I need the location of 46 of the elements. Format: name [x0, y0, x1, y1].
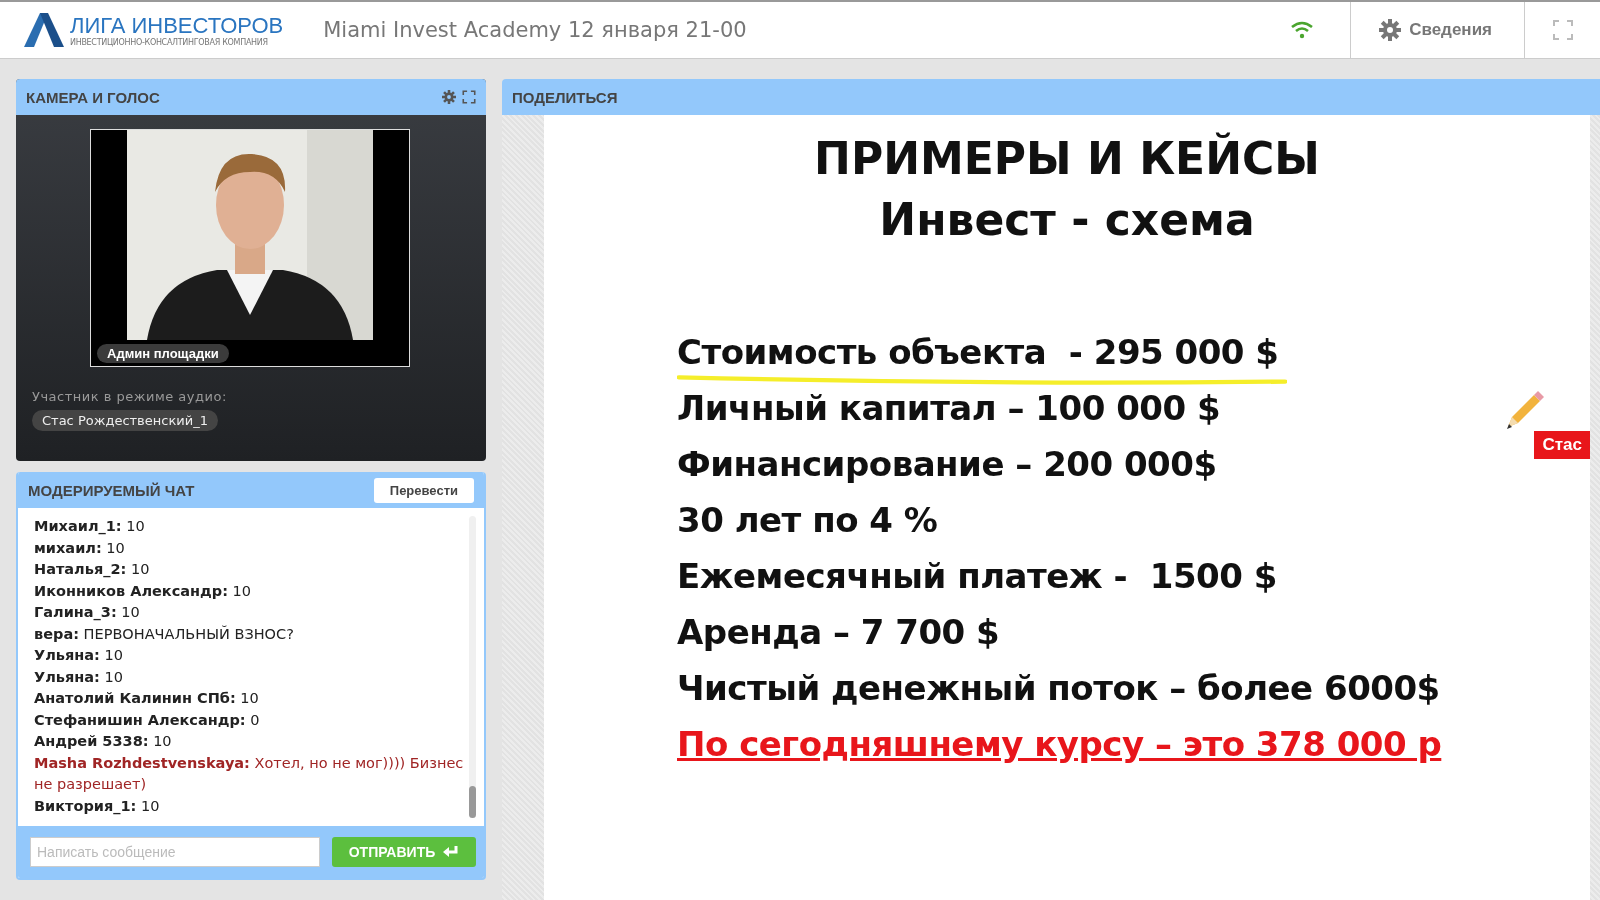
chat-message: Виктория_1: 10: [34, 796, 161, 817]
slide-line: 30 лет по 4 %: [677, 499, 938, 541]
slide-line: По сегодняшнему курсу – это 378 000 р: [677, 723, 1442, 765]
slide-line: Стоимость объекта - 295 000 $: [677, 331, 1279, 373]
pencil-icon: [1504, 389, 1546, 431]
logo-subtitle: ИНВЕСТИЦИОННО-КОНСАЛТИНГОВАЯ КОМПАНИЯ: [70, 37, 269, 47]
logo-title: ЛИГА ИНВЕСТОРОВ: [70, 13, 284, 38]
panel-title: ПОДЕЛИТЬСЯ: [512, 88, 618, 106]
slide-line: Финансирование – 200 000$: [677, 443, 1217, 485]
wifi-icon: [1290, 21, 1315, 39]
chat-message: Михаил_1: 10: [34, 517, 146, 537]
chat-message: Ульяна: 10: [34, 646, 124, 665]
fullscreen-icon: [1551, 19, 1574, 41]
audio-label: Участник в режиме аудио:: [32, 389, 227, 404]
panel-title: МОДЕРИРУЕМЫЙ ЧАТ: [28, 481, 195, 499]
translate-button[interactable]: Перевести: [373, 477, 474, 503]
chat-message: Иконников Александр: 10: [34, 581, 253, 601]
slide-line: Аренда – 7 700 $: [677, 611, 1000, 653]
message-field[interactable]: Написать сообщение: [30, 837, 320, 867]
chat-message: Анатолий Калинин СПб: 10: [34, 689, 260, 708]
logo-icon: [24, 13, 64, 47]
chat-message: михаил: 10: [34, 538, 126, 558]
settings-icon[interactable]: [442, 90, 456, 104]
chat-message: Ульяна: 10: [34, 667, 124, 687]
send-button[interactable]: ОТПРАВИТЬ: [332, 837, 476, 867]
enter-icon: [443, 846, 460, 858]
pointer-label: Стас: [1534, 431, 1590, 459]
event-title: Miami Invest Academy 12 января 21-00: [323, 18, 747, 42]
slide-line: Ежемесячный платеж - 1500 $: [677, 555, 1277, 597]
chat-message: Наталья_2: 10: [34, 560, 151, 580]
chat-message: Стефанишин Александр: 0: [34, 710, 261, 730]
participant-tag: Стас Рождественский_1: [32, 410, 218, 431]
slide-line: Чистый денежный поток – более 6000$: [677, 667, 1440, 709]
chat-message: вера: ПЕРВОНАЧАЛЬНЫЙ ВЗНОС?: [34, 624, 295, 644]
video-caption: Админ площадки: [97, 344, 229, 363]
slide-title: ПРИМЕРЫ И КЕЙСЫ: [813, 133, 1321, 184]
panel-title: КАМЕРА И ГОЛОС: [26, 88, 160, 106]
expand-icon[interactable]: [462, 90, 476, 104]
chat-message: Masha Rozhdestvenskaya: Хотел, но не мог)))) Бизнес не разрешает): [34, 753, 465, 794]
info-button[interactable]: Сведения: [1350, 2, 1525, 58]
chat-message: Галина_3: 10: [34, 603, 141, 623]
slide-line: Личный капитал – 100 000 $: [677, 387, 1221, 429]
settings-icon: [1379, 19, 1402, 41]
chat-message: Андрей 5338: 10: [34, 732, 173, 751]
scrollbar[interactable]: [469, 516, 476, 818]
slide-subtitle: Инвест - схема: [878, 194, 1256, 245]
